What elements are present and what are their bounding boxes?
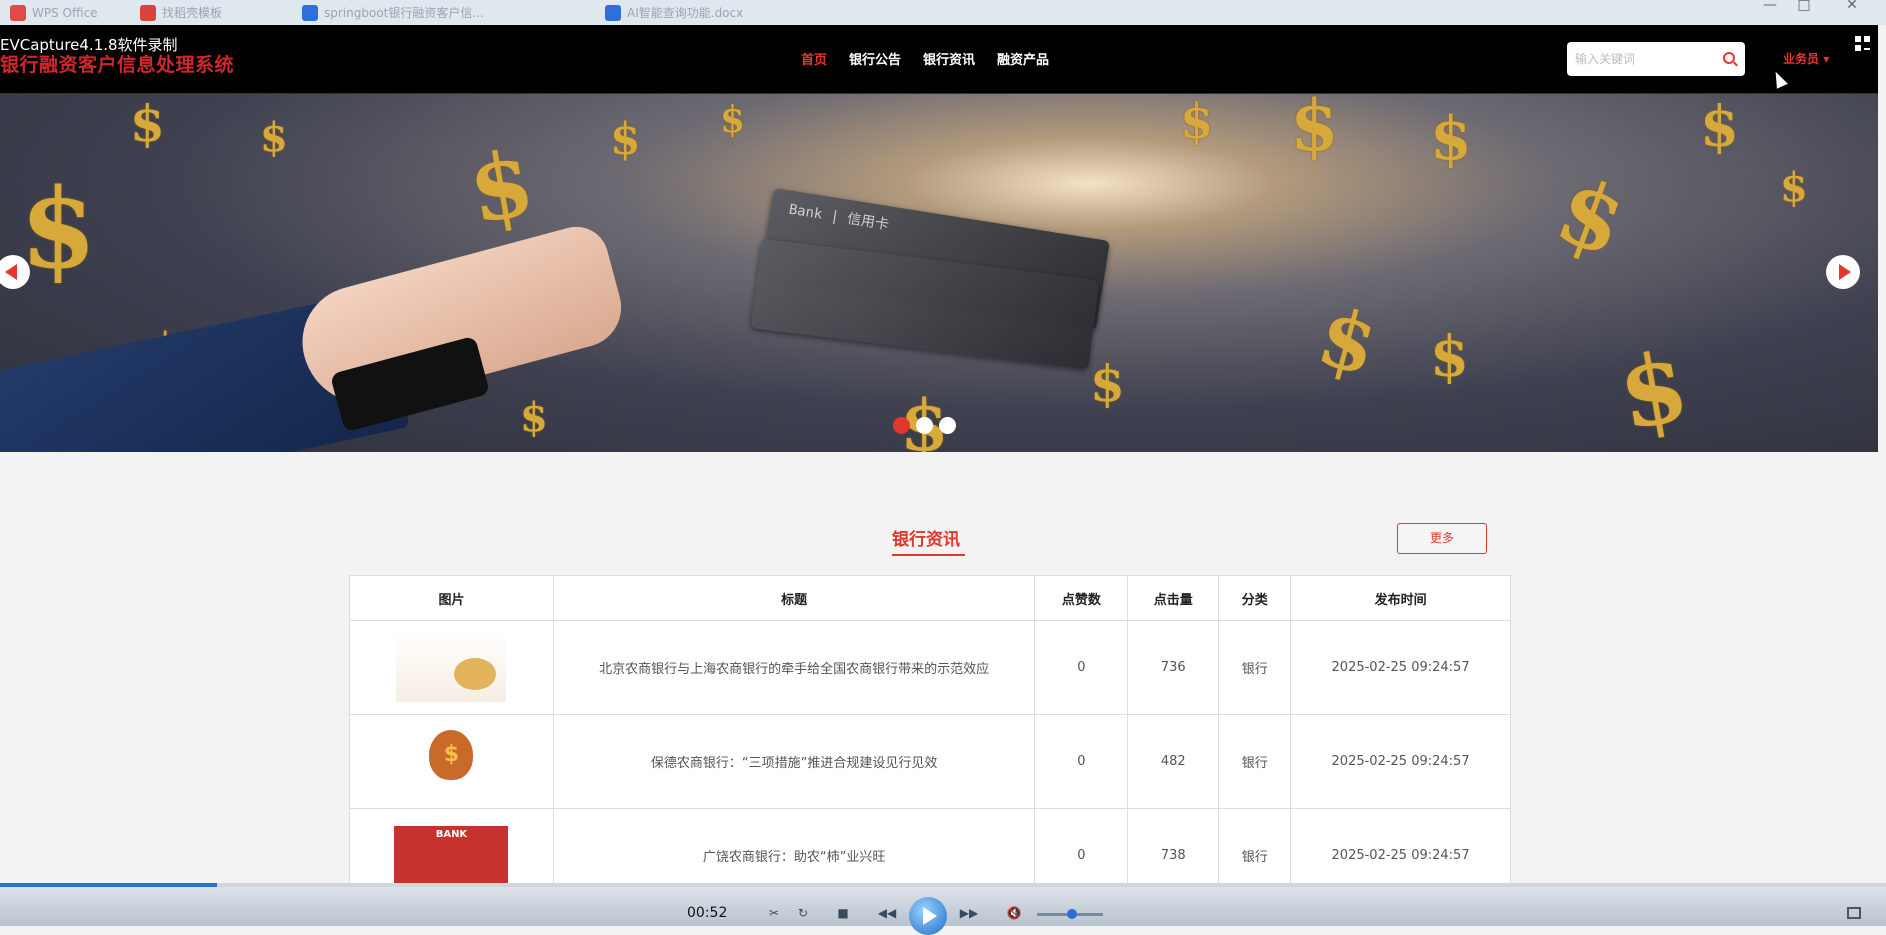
playback-time: 00:52	[687, 905, 728, 921]
news-table: 图片 标题 点赞数 点击量 分类 发布时间 北京农商银行与上海农商银行的牵手给全…	[349, 575, 1511, 903]
main-nav: 首页 银行公告 银行资讯 融资产品	[801, 49, 1049, 68]
dollar-sign-decor: $	[1290, 94, 1339, 167]
dollar-sign-decor: $	[1610, 329, 1697, 452]
search-input[interactable]	[1567, 42, 1717, 76]
os-tab[interactable]: springboot银行融资客户信...	[302, 3, 484, 23]
column-header: 发布时间	[1290, 575, 1511, 621]
document-icon	[302, 5, 318, 21]
dollar-sign-decor: $	[1430, 324, 1469, 390]
video-player-bar: 00:52 ✂ ↻ ■ ◀◀ ▶▶ 🔇	[0, 883, 1886, 935]
clicks-count: 482	[1127, 714, 1220, 809]
cut-icon[interactable]: ✂	[763, 905, 785, 921]
dollar-sign-decor: $	[1308, 288, 1387, 394]
nav-item-announcements[interactable]: 银行公告	[849, 49, 901, 68]
section-title: 银行资讯	[892, 530, 960, 550]
dollar-sign-decor: $	[610, 114, 641, 165]
mute-icon[interactable]: 🔇	[1003, 905, 1025, 921]
card-text: Bank | 信用卡	[787, 201, 890, 234]
thumbnail-cell	[349, 714, 554, 809]
publish-time: 2025-02-25 09:24:57	[1290, 620, 1511, 715]
likes-count: 0	[1034, 714, 1129, 809]
publish-time: 2025-02-25 09:24:57	[1290, 714, 1511, 809]
nav-item-home[interactable]: 首页	[801, 49, 827, 68]
document-icon	[605, 5, 621, 21]
carousel-dot[interactable]	[916, 417, 933, 434]
recorder-watermark: EVCapture4.1.8软件录制	[0, 36, 178, 54]
money-bag-image[interactable]	[409, 723, 494, 796]
template-icon	[140, 5, 156, 21]
column-header: 点赞数	[1034, 575, 1129, 621]
os-tab-label: AI智能查询功能.docx	[627, 6, 744, 20]
dollar-sign-decor: $	[260, 114, 288, 161]
dollar-sign-decor: $	[1700, 94, 1739, 160]
maximize-icon[interactable]: □	[1790, 0, 1818, 12]
nav-item-products[interactable]: 融资产品	[997, 49, 1049, 68]
news-title[interactable]: 北京农商银行与上海农商银行的牵手给全国农商银行带来的示范效应	[552, 620, 1036, 715]
likes-count: 0	[1034, 620, 1129, 715]
table-row[interactable]: 北京农商银行与上海农商银行的牵手给全国农商银行带来的示范效应 0 736 银行 …	[349, 620, 1511, 715]
bank-building-image[interactable]	[390, 817, 513, 890]
os-tab-strip: WPS Office 找稻壳模板 springboot银行融资客户信... AI…	[0, 0, 1886, 25]
grid-menu-icon[interactable]	[1855, 36, 1871, 52]
user-menu[interactable]: 业务员 ▾	[1783, 50, 1829, 67]
dollar-sign-decor: $	[461, 129, 542, 245]
category: 银行	[1218, 620, 1292, 715]
playback-progress[interactable]	[0, 883, 1886, 887]
minimize-icon[interactable]: —	[1756, 0, 1784, 12]
column-header: 点击量	[1127, 575, 1220, 621]
volume-slider[interactable]	[1037, 909, 1103, 919]
dollar-sign-decor: $	[520, 394, 548, 441]
news-title[interactable]: 保德农商银行：“三项措施”推进合规建设见行见效	[552, 714, 1036, 809]
carousel-dot[interactable]	[893, 417, 910, 434]
carousel-dot[interactable]	[939, 417, 956, 434]
os-tab[interactable]: AI智能查询功能.docx	[605, 3, 743, 23]
dollar-sign-decor: $	[1090, 354, 1125, 413]
column-header: 分类	[1218, 575, 1292, 621]
site-header: 银行融资客户信息处理系统 首页 银行公告 银行资讯 融资产品 业务员 ▾	[0, 25, 1878, 94]
user-label: 业务员	[1783, 52, 1820, 66]
fast-forward-icon[interactable]: ▶▶	[958, 905, 980, 921]
dollar-sign-decor: $	[20, 164, 97, 293]
os-tab[interactable]: WPS Office	[10, 3, 98, 23]
carousel-indicators	[893, 417, 956, 434]
banner-carousel: $ $ $ $ $ $ $ $ $ $ $ $ $ $ $ $ $ $ $ Ba…	[0, 94, 1878, 452]
progress-fill	[0, 883, 217, 887]
os-tab[interactable]: 找稻壳模板	[140, 3, 222, 23]
rewind-icon[interactable]: ◀◀	[876, 905, 898, 921]
thumbnail-cell	[349, 620, 554, 715]
dollar-sign-decor: $	[1430, 104, 1472, 174]
clicks-count: 736	[1127, 620, 1220, 715]
dollar-sign-decor: $	[720, 99, 746, 141]
piggy-bank-image[interactable]	[396, 629, 507, 702]
play-button[interactable]	[909, 897, 947, 935]
stop-icon[interactable]: ■	[832, 905, 854, 921]
os-tab-label: springboot银行融资客户信...	[324, 6, 484, 20]
carousel-next-button[interactable]	[1826, 255, 1860, 289]
close-icon[interactable]: ✕	[1838, 0, 1866, 12]
table-row[interactable]: 保德农商银行：“三项措施”推进合规建设见行见效 0 482 银行 2025-02…	[349, 714, 1511, 809]
dollar-sign-decor: $	[130, 94, 165, 153]
title-underline	[892, 554, 965, 556]
column-header: 标题	[552, 575, 1036, 621]
table-header-row: 图片 标题 点赞数 点击量 分类 发布时间	[349, 575, 1511, 621]
nav-item-news[interactable]: 银行资讯	[923, 49, 975, 68]
search-box	[1567, 42, 1745, 76]
column-header: 图片	[349, 575, 554, 621]
more-button[interactable]: 更多	[1397, 523, 1487, 554]
dollar-sign-decor: $	[1543, 156, 1639, 278]
volume-knob[interactable]	[1066, 909, 1077, 919]
dollar-sign-decor: $	[1780, 164, 1808, 211]
wps-icon	[10, 5, 26, 21]
os-tab-label: WPS Office	[32, 6, 98, 20]
loop-icon[interactable]: ↻	[792, 905, 814, 921]
os-tab-label: 找稻壳模板	[162, 6, 223, 20]
fullscreen-icon[interactable]	[1847, 907, 1861, 919]
search-icon[interactable]	[1723, 52, 1735, 64]
category: 银行	[1218, 714, 1292, 809]
dollar-sign-decor: $	[1180, 94, 1214, 150]
